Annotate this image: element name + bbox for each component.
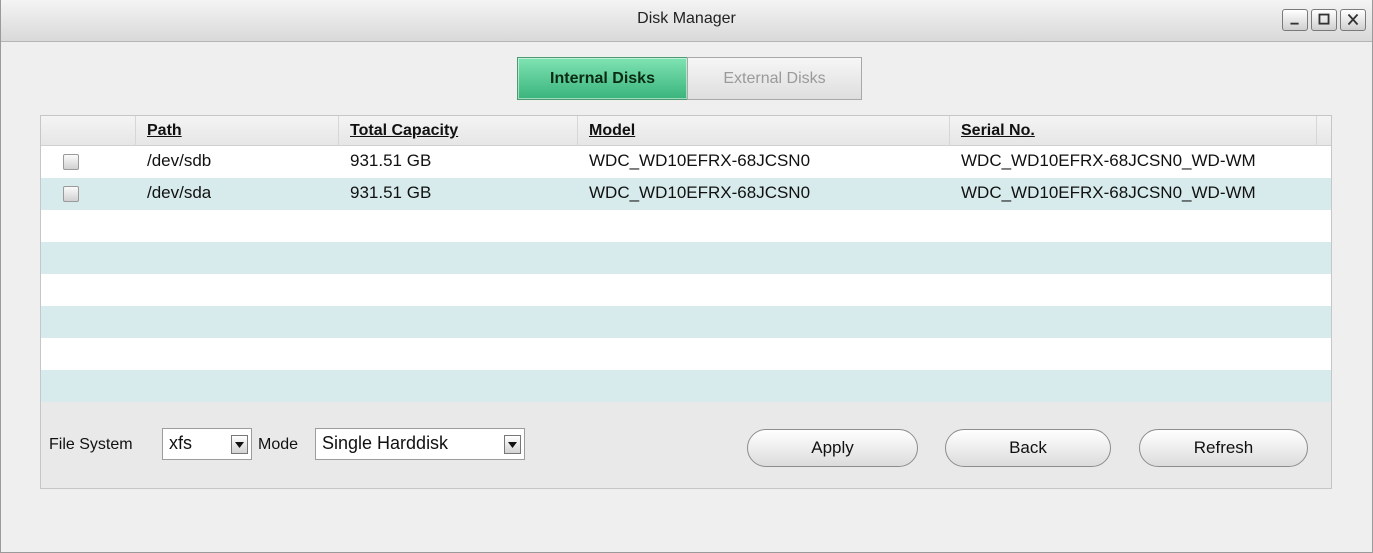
disk-table: Path Total Capacity Model Serial No. /de… (41, 116, 1331, 406)
table-header: Path Total Capacity Model Serial No. (41, 116, 1331, 146)
capacity-cell: 931.51 GB (350, 151, 432, 170)
action-bar: File System xfs Mode Single Harddisk App… (41, 422, 1331, 472)
serial-cell: WDC_WD10EFRX-68JCSN0_WD-WM (961, 151, 1256, 170)
capacity-cell: 931.51 GB (350, 183, 432, 202)
empty-row (41, 338, 1331, 370)
column-header-serial-no[interactable]: Serial No. (961, 122, 1035, 140)
row-checkbox[interactable] (63, 186, 79, 202)
column-separator (135, 116, 136, 146)
minimize-icon (1290, 22, 1299, 25)
file-system-value: xfs (169, 433, 193, 453)
column-header-path[interactable]: Path (147, 122, 182, 140)
path-cell: /dev/sda (147, 183, 212, 202)
disk-tabs: Internal Disks External Disks (517, 57, 862, 100)
window-title: Disk Manager (637, 10, 736, 27)
file-system-label: File System (49, 436, 133, 453)
serial-cell: WDC_WD10EFRX-68JCSN0_WD-WM (961, 183, 1256, 202)
dropdown-button[interactable] (231, 435, 248, 454)
file-system-select[interactable]: xfs (162, 428, 252, 460)
empty-row (41, 306, 1331, 338)
minimize-button[interactable] (1282, 9, 1308, 31)
tab-internal-disks[interactable]: Internal Disks (517, 57, 688, 100)
close-button[interactable] (1340, 9, 1366, 31)
column-separator (338, 116, 339, 146)
disk-panel: Path Total Capacity Model Serial No. /de… (40, 115, 1332, 489)
close-icon (1347, 13, 1359, 26)
empty-row (41, 370, 1331, 402)
chevron-down-icon (235, 442, 244, 448)
apply-button[interactable]: Apply (747, 429, 918, 467)
column-separator (949, 116, 950, 146)
window-controls (1282, 9, 1366, 31)
mode-value: Single Harddisk (322, 433, 449, 453)
mode-select[interactable]: Single Harddisk (315, 428, 525, 460)
tab-external-disks[interactable]: External Disks (687, 57, 862, 100)
model-cell: WDC_WD10EFRX-68JCSN0 (589, 183, 811, 202)
empty-row (41, 210, 1331, 242)
refresh-button[interactable]: Refresh (1139, 429, 1308, 467)
back-button[interactable]: Back (945, 429, 1111, 467)
column-separator (1316, 116, 1317, 146)
empty-row (41, 242, 1331, 274)
disk-manager-window: Disk Manager Internal Disks External Dis… (0, 0, 1373, 553)
maximize-button[interactable] (1311, 9, 1337, 31)
empty-row (41, 274, 1331, 306)
column-separator (577, 116, 578, 146)
model-cell: WDC_WD10EFRX-68JCSN0 (589, 151, 811, 170)
column-header-model[interactable]: Model (589, 122, 635, 140)
dropdown-button[interactable] (504, 435, 521, 454)
maximize-icon (1318, 13, 1330, 25)
title-bar[interactable]: Disk Manager (1, 0, 1372, 42)
column-header-total-capacity[interactable]: Total Capacity (350, 122, 458, 140)
row-checkbox[interactable] (63, 154, 79, 170)
table-row[interactable]: /dev/sdb 931.51 GB WDC_WD10EFRX-68JCSN0 … (41, 146, 1331, 178)
path-cell: /dev/sdb (147, 151, 212, 170)
mode-label: Mode (258, 436, 299, 453)
table-row[interactable]: /dev/sda 931.51 GB WDC_WD10EFRX-68JCSN0 … (41, 178, 1331, 210)
chevron-down-icon (508, 442, 517, 448)
